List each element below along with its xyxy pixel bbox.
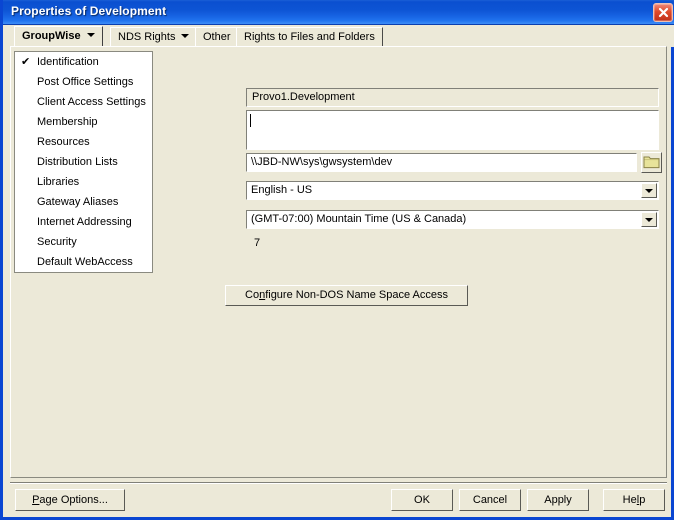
timezone-select-value: (GMT-07:00) Mountain Time (US & Canada) [251, 213, 467, 225]
check-icon: ✔ [21, 56, 31, 68]
sidebar-item-identification[interactable]: ✔ Identification [15, 52, 152, 72]
sidebar-item-label: Security [37, 236, 77, 248]
sidebar-item-libraries[interactable]: Libraries [15, 172, 152, 192]
chevron-down-icon [181, 34, 190, 39]
sidebar-item-client-access-settings[interactable]: Client Access Settings [15, 92, 152, 112]
tab-content-panel: ✔ Identification Post Office Settings Cl… [10, 46, 667, 478]
tab-strip: GroupWise NDS Rights Other Rights to Fil… [6, 25, 674, 47]
chevron-down-icon [86, 33, 95, 38]
extra-value-label: 7 [254, 237, 261, 249]
button-label: OK [414, 494, 430, 506]
tab-label: GroupWise [22, 30, 81, 42]
sidebar-item-gateway-aliases[interactable]: Gateway Aliases [15, 192, 152, 212]
sidebar-item-resources[interactable]: Resources [15, 132, 152, 152]
cancel-button[interactable]: Cancel [459, 489, 521, 511]
object-name-field: Provo1.Development [246, 88, 659, 107]
timezone-select[interactable]: (GMT-07:00) Mountain Time (US & Canada) [246, 210, 659, 229]
button-label: Cancel [472, 494, 508, 506]
text-caret [250, 114, 251, 127]
tab-nds-rights[interactable]: NDS Rights [110, 27, 198, 46]
chevron-down-icon [645, 189, 653, 193]
button-label: Apply [544, 494, 572, 506]
sidebar-item-label: Identification [37, 56, 99, 68]
apply-button[interactable]: Apply [527, 489, 589, 511]
chevron-down-icon [645, 218, 653, 222]
footer-separator [10, 482, 667, 484]
close-button[interactable] [653, 3, 673, 22]
tab-groupwise[interactable]: GroupWise [14, 26, 103, 47]
ok-button[interactable]: OK [391, 489, 453, 511]
browse-folder-button[interactable] [641, 152, 662, 173]
window-title: Properties of Development [11, 4, 167, 18]
sidebar-item-label: Membership [37, 116, 98, 128]
sidebar-item-label: Post Office Settings [37, 76, 134, 88]
settings-nav-list: ✔ Identification Post Office Settings Cl… [14, 51, 153, 273]
configure-non-dos-name-space-access-button[interactable]: Configure Non-DOS Name Space Access [225, 285, 468, 306]
language-select-arrow-button[interactable] [641, 183, 657, 198]
tab-label: NDS Rights [118, 31, 176, 43]
sidebar-item-label: Libraries [37, 176, 80, 188]
sidebar-item-membership[interactable]: Membership [15, 112, 152, 132]
sidebar-item-label: Client Access Settings [37, 96, 146, 108]
button-label-suffix: figure Non-DOS Name Space Access [265, 289, 448, 301]
language-select-value: English - US [251, 184, 313, 196]
sidebar-item-label: Internet Addressing [37, 216, 132, 228]
properties-dialog-window: Properties of Development GroupWise NDS … [0, 0, 674, 520]
sidebar-item-security[interactable]: Security [15, 232, 152, 252]
sidebar-item-distribution-lists[interactable]: Distribution Lists [15, 152, 152, 172]
sidebar-item-post-office-settings[interactable]: Post Office Settings [15, 72, 152, 92]
title-bar: Properties of Development [3, 0, 674, 25]
sidebar-item-label: Resources [37, 136, 90, 148]
tab-label: Other [203, 31, 231, 43]
sidebar-item-label: Gateway Aliases [37, 196, 119, 208]
timezone-select-arrow-button[interactable] [641, 212, 657, 227]
button-label-suffix: age Options... [39, 494, 108, 506]
sidebar-item-internet-addressing[interactable]: Internet Addressing [15, 212, 152, 232]
sidebar-item-label: Default WebAccess [37, 256, 133, 268]
sidebar-item-label: Distribution Lists [37, 156, 118, 168]
help-button[interactable]: Help [603, 489, 665, 511]
page-options-button[interactable]: Page Options... [15, 489, 125, 511]
description-textarea[interactable] [246, 110, 659, 150]
path-input[interactable]: \\JBD-NW\sys\gwsystem\dev [246, 153, 637, 172]
tab-label: Rights to Files and Folders [244, 31, 375, 43]
button-label-prefix: He [622, 494, 637, 506]
tab-rights-to-files-and-folders[interactable]: Rights to Files and Folders [236, 27, 383, 46]
button-label-prefix: Co [245, 289, 260, 301]
language-select[interactable]: English - US [246, 181, 659, 200]
button-label-suffix: p [639, 494, 646, 506]
sidebar-item-default-webaccess[interactable]: Default WebAccess [15, 252, 152, 272]
tab-other[interactable]: Other [195, 27, 239, 46]
